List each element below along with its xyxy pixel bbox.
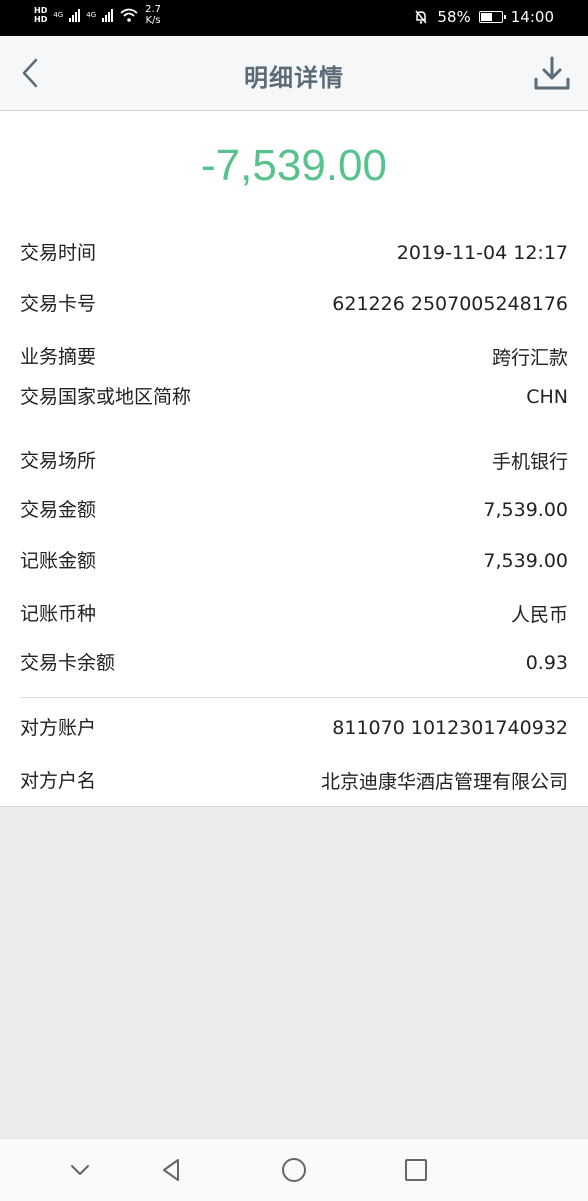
detail-row: 记账金额 7,539.00 (20, 549, 568, 573)
detail-value: CHN (526, 386, 568, 408)
clock: 14:00 (510, 8, 554, 26)
detail-value: 0.93 (525, 652, 568, 674)
counterparty-value: 北京迪康华酒店管理有限公司 (320, 771, 568, 793)
counterparty-row: 对方户名 北京迪康华酒店管理有限公司 (20, 767, 568, 794)
detail-row: 交易时间 2019-11-04 12:17 (20, 241, 568, 265)
detail-value: 2019-11-04 12:17 (396, 242, 568, 264)
detail-label: 记账币种 (20, 602, 97, 625)
detail-label: 交易国家或地区简称 (20, 386, 192, 408)
chevron-down-icon[interactable] (65, 1155, 95, 1185)
status-bar: HD HD 4G 4G 2.7 K/s 58% 14:00 (0, 0, 588, 36)
detail-value: 7,539.00 (483, 499, 568, 521)
detail-row: 交易国家或地区简称 CHN (20, 385, 568, 409)
status-left: HD HD 4G 4G 2.7 K/s (34, 4, 161, 26)
download-icon[interactable] (532, 54, 572, 92)
app-header: 明细详情 (0, 36, 588, 111)
system-nav-bar (0, 1138, 588, 1201)
detail-label: 交易卡余额 (20, 652, 116, 674)
speed-unit: K/s (145, 15, 161, 26)
hd-label-2: HD (34, 15, 48, 24)
wifi-icon (120, 8, 138, 22)
network-label-1: 4G (53, 11, 64, 19)
detail-row: 交易卡号 621226 2507005248176 (20, 292, 568, 316)
detail-value: 跨行汇款 (491, 347, 568, 369)
detail-row: 记账币种 人民币 (20, 600, 568, 627)
detail-label: 交易时间 (20, 242, 97, 264)
detail-label: 记账金额 (20, 550, 97, 572)
counterparty-label: 对方户名 (20, 769, 97, 792)
network-label-2: 4G (86, 11, 97, 19)
speed-value: 2.7 (145, 4, 162, 15)
detail-row: 交易金额 7,539.00 (20, 498, 568, 522)
home-circle-icon[interactable] (279, 1155, 309, 1185)
recents-square-icon[interactable] (401, 1155, 431, 1185)
hd-label-1: HD (34, 6, 48, 15)
bell-off-icon (415, 10, 427, 24)
detail-label: 业务摘要 (20, 345, 97, 368)
transaction-detail-card: -7,539.00 交易时间 2019-11-04 12:17 交易卡号 621… (0, 111, 588, 807)
battery-fill (480, 13, 492, 21)
transaction-amount: -7,539.00 (201, 141, 387, 190)
counterparty-row: 对方账户 811070 1012301740932 (20, 716, 568, 740)
signal-icon-2 (102, 8, 114, 22)
battery-icon (478, 11, 506, 23)
counterparty-label: 对方账户 (20, 717, 97, 739)
section-divider (20, 697, 588, 698)
battery-percent: 58% (437, 8, 471, 26)
detail-label: 交易金额 (20, 499, 97, 521)
status-right: 58% 14:00 (413, 8, 554, 26)
page-title: 明细详情 (244, 64, 344, 92)
detail-value: 7,539.00 (483, 550, 568, 572)
hd-indicators: HD HD (34, 6, 47, 24)
network-speed: 2.7 K/s (145, 4, 161, 26)
detail-row: 交易场所 手机银行 (20, 447, 568, 474)
detail-label: 交易卡号 (20, 293, 97, 315)
detail-label: 交易场所 (20, 449, 97, 472)
detail-value: 人民币 (510, 604, 568, 626)
back-triangle-icon[interactable] (156, 1155, 186, 1185)
detail-value: 手机银行 (491, 451, 568, 473)
detail-row: 业务摘要 跨行汇款 (20, 343, 568, 370)
signal-icon-1 (69, 8, 81, 22)
detail-row: 交易卡余额 0.93 (20, 651, 568, 675)
counterparty-value: 811070 1012301740932 (332, 717, 568, 739)
detail-value: 621226 2507005248176 (332, 293, 568, 315)
